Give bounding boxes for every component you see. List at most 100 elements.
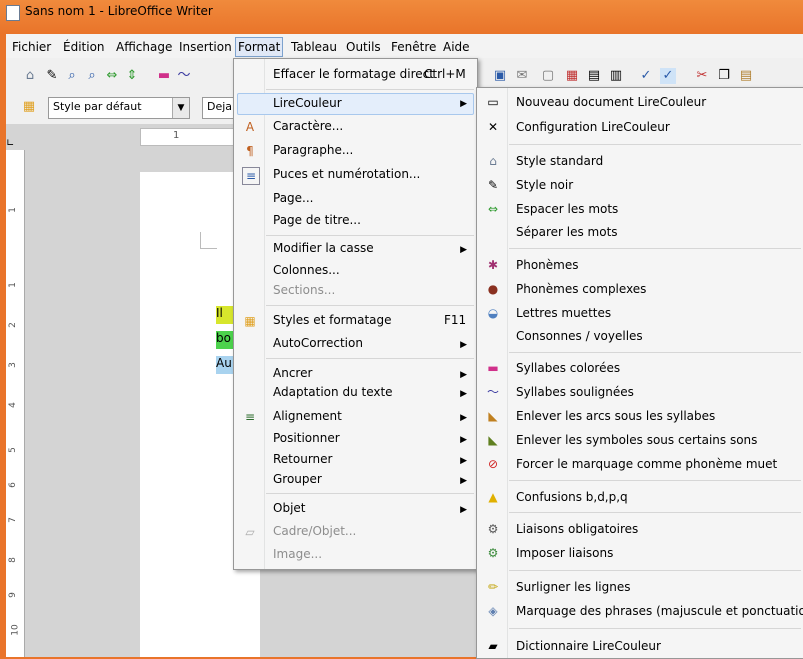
- separator: [266, 493, 474, 494]
- styles-icon[interactable]: ▦: [21, 99, 37, 115]
- ruler-mark: 1: [7, 207, 18, 213]
- menu-item-separer-mots[interactable]: Séparer les mots: [516, 221, 618, 243]
- vertical-ruler[interactable]: 1 1 2 3 4 5 6 7 8 9 10: [6, 150, 25, 657]
- menu-item-flip[interactable]: Retourner: [273, 448, 332, 470]
- menu-item-style-noir[interactable]: Style noir: [516, 174, 573, 196]
- menu-item-sections: Sections...: [273, 283, 336, 297]
- phonemes-icon: ✱: [487, 258, 499, 272]
- menu-item-consonnes-voyelles[interactable]: Consonnes / voyelles: [516, 325, 643, 347]
- copy-icon[interactable]: ❐: [716, 68, 732, 84]
- paste-icon[interactable]: ▤: [738, 68, 754, 84]
- separator: [509, 352, 801, 353]
- home-icon[interactable]: ⌂: [22, 68, 38, 84]
- menu-item-clear-formatting[interactable]: Effacer le formatage direct: [273, 63, 434, 85]
- menu-item-paragraph[interactable]: Paragraphe...: [273, 139, 353, 161]
- menu-item-espacer-mots[interactable]: Espacer les mots: [516, 198, 618, 220]
- menu-item-syllabes-soulignees[interactable]: Syllabes soulignées: [516, 381, 634, 403]
- menu-item-dictionnaire[interactable]: Dictionnaire LireCouleur: [516, 635, 661, 657]
- styles-icon: ▦: [244, 314, 256, 328]
- menu-item-wrap[interactable]: Adaptation du texte: [273, 381, 393, 403]
- separator: [509, 570, 801, 571]
- autospell-icon[interactable]: ✓: [660, 68, 676, 84]
- underline-wave-icon[interactable]: 〜: [176, 68, 192, 84]
- menu-item-styles[interactable]: Styles et formatage: [273, 309, 392, 331]
- menu-affichage[interactable]: Affichage: [116, 38, 172, 56]
- tab-stop-icon[interactable]: ∟: [6, 138, 14, 149]
- menu-item-lettres-muettes[interactable]: Lettres muettes: [516, 302, 611, 324]
- ruler-mark: 4: [7, 402, 18, 408]
- ruler-mark: 10: [10, 624, 21, 636]
- menu-item-lirecouleur[interactable]: LireCouleur: [273, 92, 342, 114]
- align-icon: ≡: [244, 410, 256, 424]
- menu-format[interactable]: Format: [235, 37, 284, 57]
- save-icon[interactable]: ▣: [492, 68, 508, 84]
- window-title: Sans nom 1 - LibreOffice Writer: [25, 4, 213, 18]
- menu-item-bullets[interactable]: Puces et numérotation...: [273, 163, 420, 185]
- gear-icon: ⚙: [487, 522, 499, 536]
- menu-item-marquage-phrases[interactable]: Marquage des phrases (majuscule et ponct…: [516, 600, 803, 622]
- menu-edition[interactable]: Édition: [63, 38, 105, 56]
- brush-icon[interactable]: ✎: [44, 68, 60, 84]
- menu-item-phonemes-complexes[interactable]: Phonèmes complexes: [516, 278, 646, 300]
- menu-item-liaisons-obligatoires[interactable]: Liaisons obligatoires: [516, 518, 638, 540]
- menu-item-character[interactable]: Caractère...: [273, 115, 343, 137]
- menu-item-title-page[interactable]: Page de titre...: [273, 209, 361, 231]
- cut-icon[interactable]: ✂: [694, 68, 710, 84]
- brush-icon: ✎: [487, 178, 499, 192]
- doc-text: Au: [216, 356, 232, 370]
- print-preview-icon[interactable]: ▥: [608, 68, 624, 84]
- menu-item-surligner-lignes[interactable]: Surligner les lignes: [516, 576, 631, 598]
- separator: [509, 512, 801, 513]
- spacing-icon[interactable]: ⇔: [104, 68, 120, 84]
- gear-plus-icon: ⚙: [487, 546, 499, 560]
- pdf-icon[interactable]: ▦: [564, 68, 580, 84]
- ruler-mark: 8: [7, 557, 18, 563]
- menu-item-change-case[interactable]: Modifier la casse: [273, 237, 374, 259]
- menu-fenetre[interactable]: Fenêtre: [391, 38, 436, 56]
- menu-aide[interactable]: Aide: [443, 38, 470, 56]
- chevron-down-icon[interactable]: ▼: [172, 98, 189, 118]
- forbidden-icon: ⊘: [487, 457, 499, 471]
- separator: [509, 628, 801, 629]
- menu-item-confusions[interactable]: Confusions b,d,p,q: [516, 486, 628, 508]
- pencil-icon: ✏: [487, 580, 499, 594]
- vertical-spacing-icon[interactable]: ⇕: [124, 68, 140, 84]
- edit-icon[interactable]: ▢: [540, 68, 556, 84]
- spellcheck-icon[interactable]: ✓: [638, 68, 654, 84]
- menu-tableau[interactable]: Tableau: [291, 38, 337, 56]
- menu-item-position[interactable]: Positionner: [273, 427, 340, 449]
- paragraph-style-select[interactable]: Style par défaut ▼: [48, 97, 190, 119]
- ruler-mark: 3: [7, 362, 18, 368]
- menu-item-page[interactable]: Page...: [273, 187, 314, 209]
- menu-item-style-standard[interactable]: Style standard: [516, 150, 603, 172]
- menu-item-enlever-arcs[interactable]: Enlever les arcs sous les syllabes: [516, 405, 715, 427]
- menu-item-alignment[interactable]: Alignement: [273, 405, 342, 427]
- menu-item-new-document[interactable]: Nouveau document LireCouleur: [516, 91, 706, 113]
- text-boundary-corner: [200, 232, 217, 249]
- menu-item-imposer-liaisons[interactable]: Imposer liaisons: [516, 542, 613, 564]
- spacing-icon: ⇔: [487, 202, 499, 216]
- menu-outils[interactable]: Outils: [346, 38, 381, 56]
- menu-item-columns[interactable]: Colonnes...: [273, 259, 340, 281]
- menu-item-syllabes-colorees[interactable]: Syllabes colorées: [516, 357, 620, 379]
- highlighter-icon[interactable]: ▬: [156, 68, 172, 84]
- menu-item-object[interactable]: Objet: [273, 497, 305, 519]
- menu-item-autocorrection[interactable]: AutoCorrection: [273, 332, 363, 354]
- menu-insertion[interactable]: Insertion: [179, 38, 232, 56]
- menu-item-phonemes[interactable]: Phonèmes: [516, 254, 579, 276]
- zoom-icon[interactable]: ⌕: [64, 68, 80, 84]
- menu-item-group[interactable]: Grouper: [273, 468, 322, 490]
- menu-item-enlever-symboles[interactable]: Enlever les symboles sous certains sons: [516, 429, 757, 451]
- home-icon: ⌂: [489, 154, 497, 168]
- mail-icon[interactable]: ✉: [514, 68, 530, 84]
- eraser-icon: ◣: [488, 409, 498, 423]
- menu-item-image: Image...: [273, 547, 323, 561]
- menu-fichier[interactable]: Fichier: [12, 38, 51, 56]
- separator: [266, 358, 474, 359]
- menu-item-forcer-muet[interactable]: Forcer le marquage comme phonème muet: [516, 453, 777, 475]
- zoom-plus-icon[interactable]: ⌕: [84, 68, 100, 84]
- format-menu: Effacer le formatage direct Ctrl+M LireC…: [233, 58, 478, 570]
- menu-item-configuration[interactable]: Configuration LireCouleur: [516, 116, 670, 138]
- print-icon[interactable]: ▤: [586, 68, 602, 84]
- submenu-arrow-icon: ▶: [460, 505, 467, 515]
